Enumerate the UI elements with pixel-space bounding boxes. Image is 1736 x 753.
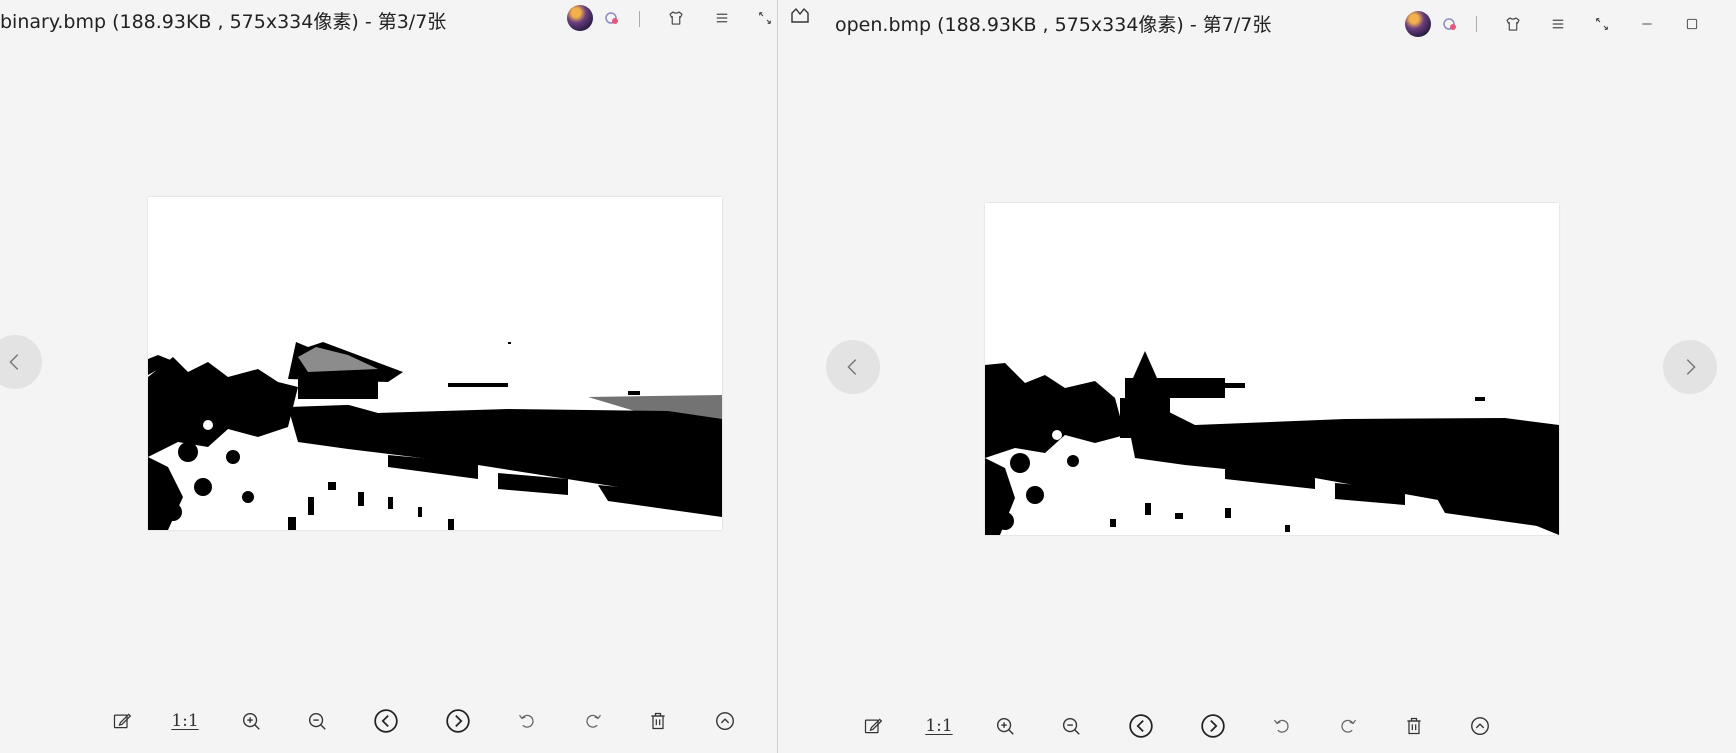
edit-button[interactable]: [856, 709, 890, 743]
previous-button[interactable]: [1124, 709, 1158, 743]
window-title: open.bmp (188.93KB , 575x334像素) - 第7/7张: [835, 14, 1272, 36]
actual-size-label: 1:1: [171, 711, 199, 731]
binary-image: [148, 197, 722, 530]
image-canvas[interactable]: [985, 203, 1559, 535]
delete-button[interactable]: [641, 704, 675, 738]
chevron-right-icon: [1686, 359, 1696, 375]
rotate-right-button[interactable]: [1331, 709, 1365, 743]
shirt-icon[interactable]: [1501, 12, 1525, 36]
delete-button[interactable]: [1397, 709, 1431, 743]
app-logo-icon: [790, 6, 810, 24]
rotate-left-button[interactable]: [510, 704, 544, 738]
zoom-out-icon: [308, 712, 326, 730]
next-button[interactable]: [441, 704, 475, 738]
zoom-out-button[interactable]: [300, 704, 334, 738]
chevron-up-circle-icon: [1471, 717, 1489, 735]
menu-icon[interactable]: [710, 6, 734, 30]
zoom-out-icon: [1062, 717, 1080, 735]
chevron-left-circle-icon: [1129, 714, 1153, 738]
window-title: binary.bmp (188.93KB , 575x334像素) - 第3/7…: [0, 11, 447, 33]
expand-button[interactable]: [1463, 709, 1497, 743]
bottom-toolbar: 1:1: [778, 709, 1736, 745]
rotate-left-icon: [1274, 719, 1289, 733]
previous-image-button[interactable]: [0, 335, 42, 389]
zoom-in-button[interactable]: [234, 704, 268, 738]
actual-size-button[interactable]: 1:1: [168, 704, 202, 738]
previous-image-button[interactable]: [826, 340, 880, 394]
opened-image: [985, 203, 1559, 535]
chevron-right-circle-icon: [1201, 714, 1225, 738]
bottom-toolbar: 1:1: [0, 704, 777, 740]
next-button[interactable]: [1196, 709, 1230, 743]
rotate-left-button[interactable]: [1265, 709, 1299, 743]
badge-icon[interactable]: [604, 10, 620, 26]
chevron-left-icon: [9, 354, 19, 370]
avatar-icon[interactable]: [567, 5, 593, 31]
separator: [639, 11, 640, 27]
edit-icon: [113, 713, 132, 729]
rotate-right-icon: [586, 714, 601, 728]
chevron-left-icon: [847, 359, 857, 375]
image-viewer-right: open.bmp (188.93KB , 575x334像素) - 第7/7张: [778, 0, 1736, 753]
rotate-left-icon: [519, 714, 534, 728]
next-image-button[interactable]: [1663, 340, 1717, 394]
fullscreen-icon[interactable]: [1590, 12, 1614, 36]
zoom-in-icon: [996, 717, 1014, 735]
edit-button[interactable]: [105, 704, 139, 738]
title-bar[interactable]: open.bmp (188.93KB , 575x334像素) - 第7/7张: [778, 0, 1736, 40]
previous-button[interactable]: [369, 704, 403, 738]
rotate-right-icon: [1341, 719, 1356, 733]
rotate-right-button[interactable]: [576, 704, 610, 738]
expand-button[interactable]: [708, 704, 742, 738]
menu-icon[interactable]: [1546, 12, 1570, 36]
trash-icon: [651, 712, 665, 730]
zoom-in-icon: [242, 712, 260, 730]
zoom-out-button[interactable]: [1054, 709, 1088, 743]
separator: [1476, 16, 1477, 32]
edit-icon: [864, 718, 883, 734]
fullscreen-icon[interactable]: [753, 6, 777, 30]
maximize-icon[interactable]: [1680, 12, 1704, 36]
chevron-right-circle-icon: [446, 709, 470, 733]
image-viewer-left: binary.bmp (188.93KB , 575x334像素) - 第3/7…: [0, 0, 777, 753]
chevron-up-circle-icon: [716, 712, 734, 730]
actual-size-button[interactable]: 1:1: [922, 709, 956, 743]
actual-size-label: 1:1: [925, 716, 953, 736]
shirt-icon[interactable]: [664, 6, 688, 30]
title-bar[interactable]: binary.bmp (188.93KB , 575x334像素) - 第3/7…: [0, 0, 777, 40]
badge-icon[interactable]: [1442, 16, 1458, 32]
trash-icon: [1407, 717, 1421, 735]
zoom-in-button[interactable]: [988, 709, 1022, 743]
image-canvas[interactable]: [148, 197, 722, 530]
chevron-left-circle-icon: [374, 709, 398, 733]
avatar-icon[interactable]: [1405, 11, 1431, 37]
minimize-icon[interactable]: [1635, 12, 1659, 36]
